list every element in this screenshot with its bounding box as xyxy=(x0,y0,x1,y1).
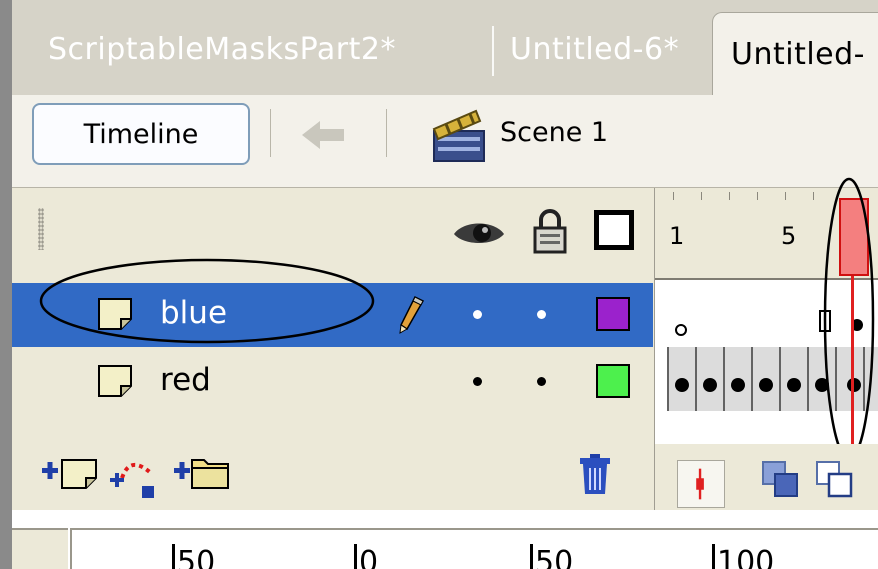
toolbar-separator xyxy=(270,109,271,157)
frame-toolbar xyxy=(655,444,878,510)
arrow-left-icon[interactable] xyxy=(298,115,348,155)
clapperboard-icon xyxy=(432,109,485,162)
ruler-tick xyxy=(729,192,730,200)
layer-name[interactable]: blue xyxy=(160,295,227,331)
layer-outline-color-swatch[interactable] xyxy=(596,297,630,331)
ruler-label: 50 xyxy=(172,544,215,569)
center-frame-button[interactable] xyxy=(677,460,725,508)
document-tab-bar: ScriptableMasksPart2* Untitled-6* Untitl… xyxy=(12,0,878,95)
layer-name[interactable]: red xyxy=(160,362,211,398)
outline-icon[interactable] xyxy=(594,210,634,250)
tab-untitled-6[interactable]: Untitled-6* xyxy=(510,14,679,84)
layer-page-icon xyxy=(98,298,132,330)
frame-row-blue[interactable] xyxy=(655,282,878,346)
tab-untitled-active[interactable]: Untitled- xyxy=(712,12,878,95)
playhead-line xyxy=(851,276,854,452)
ruler-tick xyxy=(701,192,702,200)
tab-scriptablemaskspart2[interactable]: ScriptableMasksPart2* xyxy=(48,14,396,84)
panel-grip-icon[interactable] xyxy=(38,208,44,250)
ruler-corner xyxy=(12,528,68,569)
visibility-toggle-dot[interactable] xyxy=(473,310,482,319)
ruler-tick xyxy=(673,192,674,200)
ruler-tick xyxy=(785,192,786,200)
visibility-toggle-dot[interactable] xyxy=(473,377,482,386)
keyframe-marker[interactable] xyxy=(731,378,745,392)
insert-layer-folder-icon[interactable] xyxy=(172,452,232,492)
keyframe-marker[interactable] xyxy=(815,378,829,392)
trash-icon[interactable] xyxy=(578,452,612,496)
insert-layer-icon[interactable] xyxy=(40,452,100,492)
frame-row-red[interactable] xyxy=(667,347,878,411)
frame-number-label: 1 xyxy=(669,222,685,250)
flash-timeline-window: ScriptableMasksPart2* Untitled-6* Untitl… xyxy=(0,0,878,569)
keyframe-marker[interactable] xyxy=(759,378,773,392)
keyframe-marker[interactable] xyxy=(787,378,801,392)
layer-outline-color-swatch[interactable] xyxy=(596,364,630,398)
ruler-tick xyxy=(813,192,814,200)
lock-toggle-dot[interactable] xyxy=(537,377,546,386)
keyframe-marker[interactable] xyxy=(703,378,717,392)
window-left-edge xyxy=(0,0,12,569)
eye-icon[interactable] xyxy=(452,218,506,248)
keyframe-marker[interactable] xyxy=(847,378,861,392)
stage-ruler: 50 0 50 100 xyxy=(70,528,878,569)
lock-icon[interactable] xyxy=(532,208,568,254)
lock-toggle-dot[interactable] xyxy=(537,310,546,319)
layer-toolbar xyxy=(12,440,653,510)
frame-ruler[interactable]: 1 5 xyxy=(655,188,878,280)
onion-skin-icon[interactable] xyxy=(759,458,803,502)
stage-ruler-area: 50 0 50 100 xyxy=(12,510,878,569)
edit-bar: Timeline Scene 1 xyxy=(12,95,878,188)
keyframe-marker[interactable] xyxy=(675,378,689,392)
toolbar-separator xyxy=(386,109,387,157)
layer-header xyxy=(12,188,653,280)
layer-row-red[interactable]: red xyxy=(12,350,653,414)
ruler-label: 0 xyxy=(354,544,378,569)
pencil-icon xyxy=(399,295,425,334)
layer-page-icon xyxy=(98,365,132,397)
frame-end-marker[interactable] xyxy=(819,310,831,332)
scene-label[interactable]: Scene 1 xyxy=(500,117,608,148)
ruler-label: 50 xyxy=(530,544,573,569)
center-frame-icon xyxy=(696,468,704,500)
tab-separator xyxy=(492,26,494,76)
onion-skin-outlines-icon[interactable] xyxy=(813,458,857,502)
playhead-marker[interactable] xyxy=(839,198,869,276)
layer-row-blue[interactable]: blue xyxy=(12,283,653,347)
frame-panel: 1 5 xyxy=(654,177,878,510)
add-motion-guide-icon[interactable] xyxy=(108,452,158,500)
empty-keyframe-marker[interactable] xyxy=(675,324,687,336)
frame-number-label: 5 xyxy=(781,222,797,250)
ruler-label: 100 xyxy=(712,544,774,569)
timeline-toggle-button[interactable]: Timeline xyxy=(32,103,250,165)
ruler-tick xyxy=(757,192,758,200)
